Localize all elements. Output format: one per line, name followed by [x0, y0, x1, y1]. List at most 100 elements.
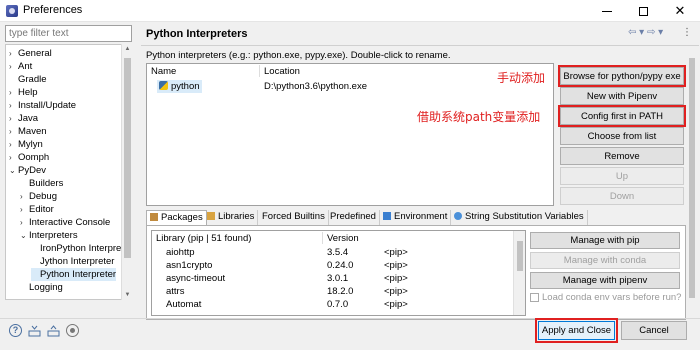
help-icon[interactable]: ? — [9, 324, 22, 337]
tab-predefined[interactable]: Predefined — [327, 210, 380, 225]
tree-item[interactable]: › Editor — [20, 203, 54, 216]
collapsed-chevron-icon[interactable]: › — [20, 203, 29, 216]
library-table[interactable]: Library (pip | 51 found) Version aiohttp… — [151, 230, 526, 316]
checkbox-label: Load conda env vars before run? — [542, 292, 682, 303]
tree-item[interactable]: › Interactive Console — [20, 216, 110, 229]
library-name[interactable]: asn1crypto — [166, 260, 212, 271]
filter-input[interactable] — [5, 25, 132, 42]
collapsed-chevron-icon[interactable]: › — [9, 138, 18, 151]
column-separator — [259, 65, 260, 77]
expanded-chevron-icon[interactable]: ⌄ — [9, 164, 18, 177]
collapsed-chevron-icon[interactable]: › — [20, 216, 29, 229]
config-first-in-path-button[interactable]: Config first in PATH — [558, 105, 686, 127]
library-scrollbar[interactable] — [513, 231, 525, 315]
close-button[interactable]: ✕ — [662, 0, 698, 22]
tree-item-label: Help — [18, 87, 38, 98]
collapsed-chevron-icon[interactable]: › — [9, 86, 18, 99]
apply-and-close-button[interactable]: Apply and Close — [535, 318, 618, 343]
manage-with-pip-button[interactable]: Manage with pip — [530, 232, 680, 249]
column-header-library[interactable]: Library (pip | 51 found) — [156, 233, 251, 244]
tree-item[interactable]: IronPython Interpre — [31, 242, 121, 255]
tree-item[interactable]: › Install/Update — [9, 99, 76, 112]
library-name[interactable]: async-timeout — [166, 273, 225, 284]
column-header-version[interactable]: Version — [327, 233, 359, 244]
choose-from-list-button[interactable]: Choose from list — [560, 127, 684, 145]
column-header-location[interactable]: Location — [264, 66, 300, 77]
library-scrollbar-thumb[interactable] — [517, 241, 523, 271]
library-version: 3.0.1 — [327, 273, 349, 284]
tree-item[interactable]: › Help — [9, 86, 38, 99]
library-name[interactable]: attrs — [166, 286, 184, 297]
library-source: <pip> — [384, 273, 408, 284]
tree-item[interactable]: Logging — [20, 281, 63, 294]
collapsed-chevron-icon[interactable]: › — [9, 60, 18, 73]
tree-item[interactable]: ⌄ PyDev — [9, 164, 46, 177]
maximize-button[interactable] — [626, 0, 660, 22]
collapsed-chevron-icon[interactable]: › — [9, 125, 18, 138]
tree-item[interactable]: ⌄ Interpreters — [20, 229, 78, 242]
tree-item-label: IronPython Interpre — [40, 243, 122, 254]
interpreters-table[interactable]: Name Location python D:\python3.6\python… — [146, 63, 554, 206]
expanded-chevron-icon[interactable]: ⌄ — [20, 229, 29, 242]
scroll-down-arrow-icon[interactable]: ▼ — [122, 290, 133, 300]
tab-libraries[interactable]: Libraries — [204, 210, 259, 225]
tab-environment[interactable]: Environment — [380, 210, 452, 225]
annotation-manual-add: 手动添加 — [497, 71, 546, 85]
tree-item[interactable]: › Maven — [9, 125, 47, 138]
library-name[interactable]: aiohttp — [166, 247, 195, 258]
tab-packages[interactable]: Packages — [146, 210, 207, 225]
move-down-button[interactable]: Down — [560, 187, 684, 205]
tab-forced-builtins[interactable]: Forced Builtins — [259, 210, 329, 225]
tree-item[interactable]: Python Interpreter — [31, 268, 117, 281]
tab-string-substitution[interactable]: String Substitution Variables — [451, 210, 588, 225]
column-header-name[interactable]: Name — [151, 66, 176, 77]
preferences-tree[interactable]: › General › Ant Gradle › Help › Install/Update › J… — [5, 44, 132, 300]
interpreter-row-name[interactable]: python — [157, 80, 202, 93]
tree-scrollbar[interactable]: ▲ ▼ — [121, 44, 132, 300]
minimize-button[interactable] — [590, 0, 624, 22]
page-scrollbar-thumb[interactable] — [689, 58, 695, 298]
tree-scrollbar-thumb[interactable] — [124, 58, 131, 258]
checkbox-box[interactable] — [530, 293, 539, 302]
browse-interpreter-button[interactable]: Browse for python/pypy exe — [558, 65, 686, 87]
libraries-icon — [207, 212, 215, 220]
tree-item[interactable]: › Ant — [9, 60, 32, 73]
tree-item[interactable]: › Java — [9, 112, 38, 125]
tree-item[interactable]: › Debug — [20, 190, 57, 203]
export-icon[interactable] — [47, 324, 60, 337]
footer-divider — [0, 318, 700, 319]
view-menu-icon[interactable]: ⋮ — [682, 27, 692, 38]
manage-with-conda-button[interactable]: Manage with conda — [530, 252, 680, 269]
preferences-icon[interactable] — [66, 324, 79, 337]
interpreter-row-location[interactable]: D:\python3.6\python.exe — [264, 81, 367, 92]
tree-item[interactable]: Gradle — [9, 73, 47, 86]
tree-item[interactable]: Jython Interpreter — [31, 255, 114, 268]
collapsed-chevron-icon[interactable]: › — [20, 190, 29, 203]
collapsed-chevron-icon[interactable]: › — [9, 151, 18, 164]
tree-item[interactable]: › Mylyn — [9, 138, 43, 151]
tree-item-label: Gradle — [18, 74, 47, 85]
library-source: <pip> — [384, 247, 408, 258]
collapsed-chevron-icon[interactable]: › — [9, 47, 18, 60]
page-scrollbar[interactable] — [686, 46, 698, 322]
tree-item-label: General — [18, 48, 52, 59]
collapsed-chevron-icon[interactable]: › — [9, 112, 18, 125]
remove-button[interactable]: Remove — [560, 147, 684, 165]
load-conda-env-checkbox[interactable]: Load conda env vars before run? — [530, 292, 681, 303]
move-up-button[interactable]: Up — [560, 167, 684, 185]
import-icon[interactable] — [28, 324, 41, 337]
tree-item[interactable]: › General — [9, 47, 52, 60]
tree-item[interactable]: › Oomph — [9, 151, 49, 164]
tree-item-label: Jython Interpreter — [40, 256, 115, 267]
library-name[interactable]: Automat — [166, 299, 201, 310]
collapsed-chevron-icon[interactable]: › — [9, 99, 18, 112]
column-separator — [322, 232, 323, 244]
cancel-button[interactable]: Cancel — [621, 321, 687, 340]
tree-item[interactable]: Builders — [20, 177, 63, 190]
minimize-icon — [602, 10, 612, 12]
annotation-path-add: 借助系统path变量添加 — [417, 110, 541, 124]
back-forward-nav-icon[interactable]: ⇦ ▾ ⇨ ▾ — [628, 27, 663, 38]
scroll-up-arrow-icon[interactable]: ▲ — [122, 44, 133, 54]
manage-with-pipenv-button[interactable]: Manage with pipenv — [530, 272, 680, 289]
new-with-pipenv-button[interactable]: New with Pipenv — [560, 87, 684, 105]
